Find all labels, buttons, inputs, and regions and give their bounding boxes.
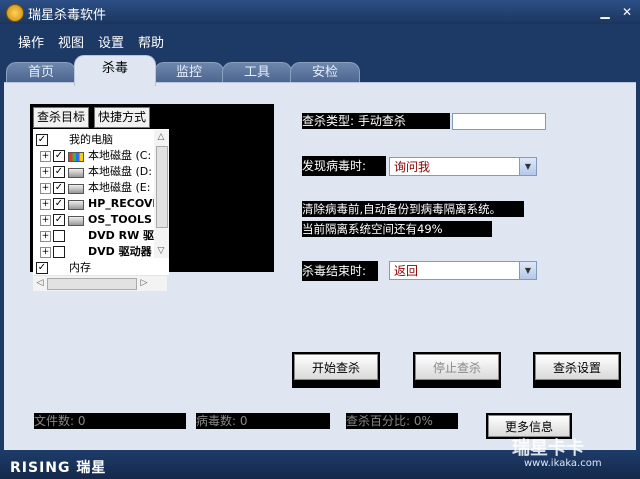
tab-home[interactable]: 首页 (6, 62, 76, 83)
tree-row-drive-d[interactable]: + ✓ 本地磁盘 (D: (33, 164, 169, 180)
scroll-up-icon[interactable]: △ (154, 130, 168, 144)
scan-type-field (452, 113, 546, 130)
drive-icon (68, 200, 84, 210)
tree-row-drive-e[interactable]: + ✓ 本地磁盘 (E: (33, 180, 169, 196)
scan-settings-button[interactable]: 查杀设置 (533, 352, 621, 388)
checkbox[interactable]: ✓ (53, 198, 65, 210)
menu-bar: 操作 视图 设置 帮助 (0, 24, 640, 52)
tree-label: 本地磁盘 (D: (88, 165, 152, 178)
expand-plus-icon[interactable]: + (40, 151, 51, 162)
stop-scan-button[interactable]: 停止查杀 (413, 352, 501, 388)
tree-label: 本地磁盘 (E: (88, 181, 151, 194)
stop-scan-label: 停止查杀 (415, 354, 499, 380)
found-virus-label: 发现病毒时: (302, 156, 386, 176)
start-scan-button[interactable]: 开始查杀 (292, 352, 380, 388)
menu-help[interactable]: 帮助 (138, 32, 164, 51)
checkbox[interactable]: ✓ (36, 262, 48, 274)
scan-percent-status: 查杀百分比: 0% (346, 413, 458, 429)
found-virus-value: 询问我 (394, 160, 431, 174)
checkbox[interactable]: ✓ (36, 134, 48, 146)
tree-label: DVD 驱动器 ( (88, 245, 161, 258)
expand-plus-icon[interactable]: + (40, 183, 51, 194)
tab-shortcuts[interactable]: 快捷方式 (94, 107, 151, 128)
scroll-left-icon[interactable]: ◁ (33, 276, 47, 290)
tab-monitor[interactable]: 监控 (154, 62, 224, 83)
tree-row-os-tools[interactable]: + ✓ OS_TOOLS (G (33, 212, 169, 228)
checkbox[interactable]: ✓ (53, 182, 65, 194)
scroll-thumb[interactable] (156, 146, 168, 228)
drive-icon (68, 168, 84, 178)
expand-plus-icon[interactable]: + (40, 247, 51, 258)
expand-plus-icon[interactable]: + (40, 199, 51, 210)
menu-settings[interactable]: 设置 (98, 32, 124, 51)
menu-view[interactable]: 视图 (58, 32, 84, 51)
expand-plus-icon[interactable]: + (40, 215, 51, 226)
scan-type-label: 查杀类型: 手动查杀 (302, 113, 450, 129)
scan-end-label: 杀毒结束时: (302, 261, 378, 281)
checkbox[interactable]: ✓ (53, 166, 65, 178)
watermark-url: www.ikaka.com (524, 458, 602, 469)
chevron-down-icon[interactable]: ▼ (519, 262, 536, 279)
minimize-button[interactable]: ▁ (598, 5, 612, 19)
scroll-thumb[interactable] (47, 278, 137, 290)
watermark: 瑞星卡卡 (512, 438, 584, 459)
checkbox[interactable]: ✓ (53, 214, 65, 226)
tree-horizontal-scrollbar[interactable]: ◁ ▷ (33, 276, 167, 291)
scroll-down-icon[interactable]: ▽ (154, 244, 168, 258)
backup-option-text: 清除病毒前,自动备份到病毒隔离系统。 (302, 201, 524, 217)
title-bar: 瑞星杀毒软件 ▁ ✕ (0, 0, 640, 24)
expand-plus-icon[interactable]: + (40, 167, 51, 178)
scan-target-tree: ✓ 我的电脑 + ✓ 本地磁盘 (C: + ✓ 本地磁盘 (D: + ✓ 本地磁… (33, 129, 169, 275)
tree-row-dvd-rw[interactable]: + DVD RW 驱动 (33, 228, 169, 244)
scroll-right-icon[interactable]: ▷ (137, 276, 151, 290)
menu-operate[interactable]: 操作 (18, 32, 44, 51)
found-virus-select[interactable]: 询问我 ▼ (389, 157, 537, 176)
tree-row-hp-recovery[interactable]: + ✓ HP_RECOVER (33, 196, 169, 212)
tree-row-drive-c[interactable]: + ✓ 本地磁盘 (C: (33, 148, 169, 164)
scan-end-select[interactable]: 返回 ▼ (389, 261, 537, 280)
drive-icon (68, 216, 84, 226)
checkbox[interactable] (53, 246, 65, 258)
quarantine-space-text: 当前隔离系统空间还有49% (302, 221, 492, 237)
windows-drive-icon (68, 152, 84, 162)
tree-label: 内存 (69, 261, 91, 274)
start-scan-label: 开始查杀 (294, 354, 378, 380)
drive-icon (68, 184, 84, 194)
chevron-down-icon[interactable]: ▼ (519, 158, 536, 175)
tab-scan-target[interactable]: 查杀目标 (33, 107, 90, 128)
tree-row-dvd-drive[interactable]: + DVD 驱动器 ( (33, 244, 169, 260)
virus-count-status: 病毒数: 0 (196, 413, 330, 429)
lion-logo-icon (6, 4, 24, 22)
tab-tools[interactable]: 工具 (222, 62, 292, 83)
tree-label: 我的电脑 (69, 133, 113, 146)
rising-logo: RISING 瑞星 (10, 460, 107, 476)
scan-settings-label: 查杀设置 (535, 354, 619, 380)
expand-plus-icon[interactable]: + (40, 231, 51, 242)
checkbox[interactable]: ✓ (53, 150, 65, 162)
scan-end-value: 返回 (394, 264, 419, 278)
tree-label: 本地磁盘 (C: (88, 149, 152, 162)
checkbox[interactable] (53, 230, 65, 242)
close-button[interactable]: ✕ (620, 5, 634, 19)
tab-security-check[interactable]: 安检 (290, 62, 360, 83)
tab-antivirus[interactable]: 杀毒 (74, 55, 156, 86)
tree-row-my-computer[interactable]: ✓ 我的电脑 (33, 132, 169, 148)
file-count-status: 文件数: 0 (34, 413, 186, 429)
tree-vertical-scrollbar[interactable]: △ ▽ (154, 130, 169, 258)
tree-row-memory[interactable]: ✓ 内存 (33, 260, 169, 275)
window-title: 瑞星杀毒软件 (28, 8, 107, 23)
